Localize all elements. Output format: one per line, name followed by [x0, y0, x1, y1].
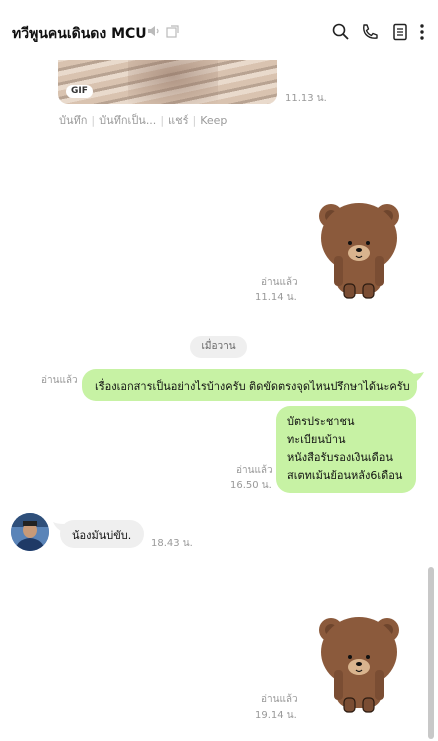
keep-action[interactable]: Keep: [200, 114, 227, 127]
avatar-photo: [11, 513, 49, 551]
chat-area: GIF 11.13 น. บันทึก | บันทึกเป็น... | แชร์ | K…: [0, 0, 438, 741]
phone-icon[interactable]: [360, 22, 380, 42]
avatar[interactable]: [11, 513, 49, 551]
sticker1-time: 11.14 น.: [255, 292, 297, 303]
message-line: ทะเบียนบ้าน: [287, 433, 346, 446]
scrollbar[interactable]: [428, 567, 434, 739]
outgoing-message-bubble[interactable]: เรื่องเอกสารเป็นอย่างไรบ้างครับ ติดขัดตร…: [82, 369, 417, 401]
sticker1-read: อ่านแล้ว: [261, 277, 298, 288]
day-separator: เมื่อวาน: [190, 336, 247, 358]
external-window-icon[interactable]: [166, 25, 179, 38]
sticker2-read: อ่านแล้ว: [261, 694, 298, 705]
outgoing2-read: อ่านแล้ว: [236, 465, 273, 476]
more-vertical-icon[interactable]: [415, 22, 429, 42]
gif-actions: บันทึก | บันทึกเป็น... | แชร์ | Keep: [59, 114, 228, 127]
message-line: หนังสือรับรองเงินเดือน: [287, 451, 393, 464]
search-icon[interactable]: [331, 22, 351, 42]
speaker-icon[interactable]: [147, 25, 161, 37]
outgoing2-time: 16.50 น.: [230, 480, 272, 491]
bubble-tail: [408, 372, 424, 384]
notes-icon[interactable]: [390, 22, 410, 42]
save-action[interactable]: บันทึก: [59, 114, 87, 127]
message-line: สเตทเม้นย้อนหลัง6เดือน: [287, 469, 403, 482]
share-action[interactable]: แชร์: [168, 114, 188, 127]
gif-time: 11.13 น.: [285, 93, 327, 104]
gif-badge: GIF: [66, 85, 93, 98]
chat-header: ทวีพูนคนเดินดง MCU: [0, 0, 438, 60]
message-line: บัตรประชาชน: [287, 415, 355, 428]
outgoing-message-bubble-2[interactable]: บัตรประชาชน ทะเบียนบ้าน หนังสือรับรองเงิ…: [276, 406, 416, 493]
brown-bear-sticker[interactable]: [316, 198, 402, 300]
brown-bear-sticker-2[interactable]: [316, 612, 402, 714]
save-as-action[interactable]: บันทึกเป็น...: [99, 114, 156, 127]
incoming-time: 18.43 น.: [151, 538, 193, 549]
chat-title: ทวีพูนคนเดินดง MCU: [12, 26, 147, 42]
incoming-message-bubble[interactable]: น้องมันบ่ขับ.: [60, 520, 144, 548]
sticker2-time: 19.14 น.: [255, 710, 297, 721]
outgoing1-read: อ่านแล้ว: [41, 375, 78, 386]
